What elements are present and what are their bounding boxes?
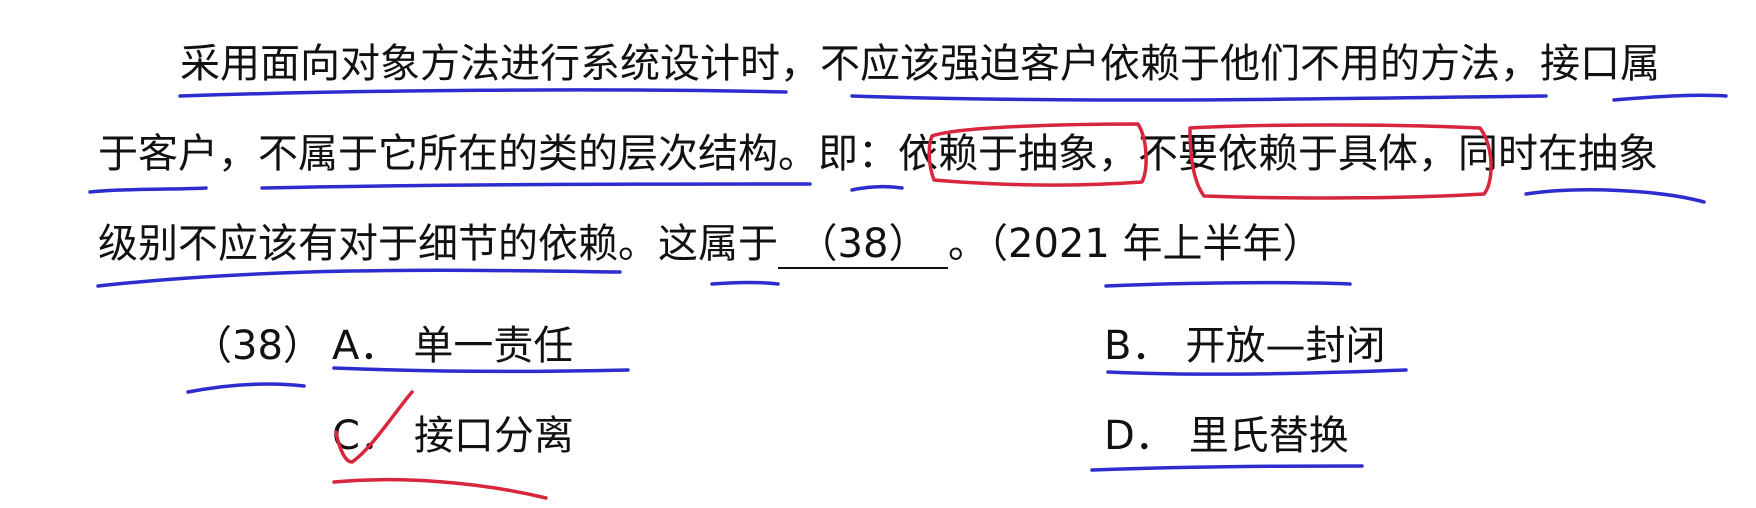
underline-mark [88, 186, 208, 194]
option-b-letter: B． [1104, 323, 1172, 369]
underline-mark [260, 182, 812, 190]
option-d-text: 里氏替换 [1188, 413, 1349, 459]
option-c: C． 接口分离 [332, 410, 574, 462]
underline-mark [850, 94, 1548, 102]
underline-mark [1090, 464, 1364, 472]
option-d: D． 里氏替换 [1104, 410, 1349, 462]
answer-underline-mark [332, 477, 548, 500]
answer-blank: （38） [778, 221, 948, 269]
underline-mark [850, 184, 904, 192]
question-line-1: 采用面向对象方法进行系统设计时，不应该强迫客户依赖于他们不用的方法，接口属 [180, 41, 1660, 87]
question-line-3-text: 级别不应该有对于细节的依赖。这属于 [98, 221, 778, 267]
option-c-letter: C． [332, 413, 400, 459]
question-line-3-source: 。（2021 年上半年） [948, 221, 1323, 267]
option-c-text: 接口分离 [413, 413, 574, 459]
question-number: （38） [192, 323, 323, 369]
underline-mark [710, 280, 780, 286]
underline-mark [96, 268, 622, 288]
option-d-letter: D． [1104, 413, 1175, 459]
option-a: A． 单一责任 [332, 320, 573, 372]
question-line-2: 于客户，不属于它所在的类的层次结构。即：依赖于抽象，不要依赖于具体，同时在抽象 [98, 131, 1658, 177]
option-a-letter: A． [332, 323, 400, 369]
underline-mark [1104, 280, 1352, 288]
underline-mark [178, 88, 788, 98]
question-line-3: 级别不应该有对于细节的依赖。这属于 （38） 。（2021 年上半年） [98, 218, 1756, 270]
option-a-text: 单一责任 [413, 323, 574, 369]
underline-mark [1524, 188, 1706, 204]
option-b-text: 开放—封闭 [1185, 323, 1386, 369]
option-b: B． 开放—封闭 [1104, 320, 1385, 372]
underline-mark [186, 382, 306, 394]
underline-mark [1612, 93, 1728, 102]
